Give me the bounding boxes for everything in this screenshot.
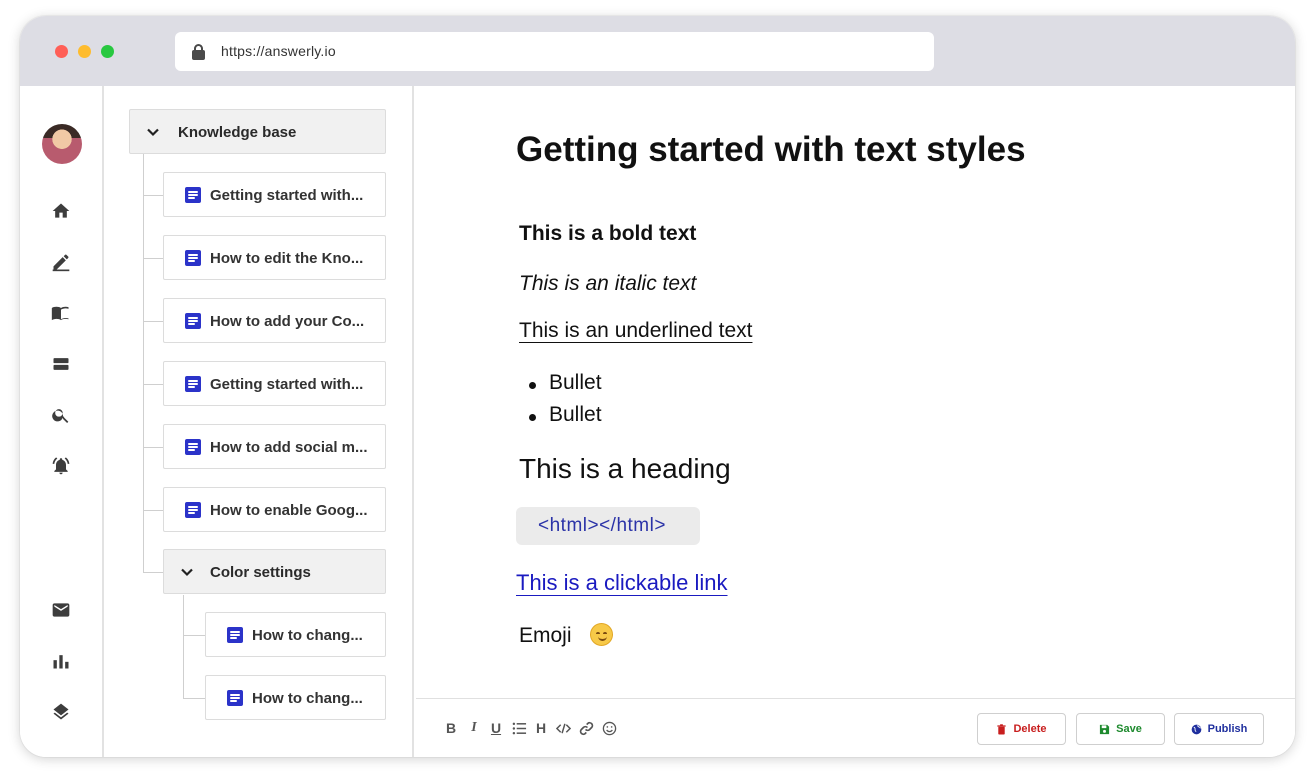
bold-button[interactable]: B [442,718,460,738]
folder-color-settings[interactable]: Color settings [163,549,386,594]
tree-item-doc[interactable]: Getting started with... [163,172,386,217]
tree-connector [143,572,164,573]
emoji-label[interactable]: Emoji [519,624,572,648]
tree-item-doc[interactable]: How to add your Co... [163,298,386,343]
publish-button[interactable]: Publish [1174,713,1264,745]
clickable-link[interactable]: This is a clickable link [516,570,728,596]
storage-icon[interactable] [50,353,72,375]
tree-connector [143,258,164,259]
tree-connector [183,698,206,699]
doc-label: Getting started with... [210,187,364,204]
link-button[interactable] [577,718,595,738]
tree-connector [143,321,164,322]
document-icon [227,627,243,643]
folder-knowledge-base[interactable]: Knowledge base [129,109,386,154]
code-text: <html></html> [538,515,666,536]
italic-text[interactable]: This is an italic text [519,272,696,296]
document-icon [185,439,201,455]
tree-item-doc[interactable]: How to chang... [205,612,386,657]
smiling-face-emoji-icon [590,623,613,646]
tree-item-doc[interactable]: How to add social m... [163,424,386,469]
tree-item-doc[interactable]: Getting started with... [163,361,386,406]
list-item[interactable]: Bullet [529,371,602,403]
folder-label: Color settings [210,564,311,581]
browser-window: https://answerly.io Knowledge base Getti… [20,16,1295,757]
editor-toolbar: B I U H Delete Save Publish [416,698,1295,757]
bar-chart-icon[interactable] [50,650,72,672]
folder-label: Knowledge base [178,124,297,141]
link-icon [579,721,593,735]
tree-connector [143,447,164,448]
document-icon [185,376,201,392]
globe-icon [1191,724,1201,734]
lock-icon [192,44,205,60]
notification-alarm-icon[interactable] [50,455,72,477]
doc-label: How to chang... [252,690,363,707]
doc-label: How to edit the Kno... [210,250,364,267]
bold-text[interactable]: This is a bold text [519,222,696,246]
trash-icon [997,723,1007,735]
edit-icon[interactable] [50,251,72,273]
search-icon[interactable] [50,404,72,426]
delete-label: Delete [1013,723,1047,735]
tree-connector [183,635,206,636]
list-item[interactable]: Bullet [529,403,602,435]
address-bar[interactable]: https://answerly.io [175,32,934,71]
tree-item-doc[interactable]: How to chang... [205,675,386,720]
home-icon[interactable] [50,200,72,222]
smile-icon [602,721,616,735]
save-button[interactable]: Save [1076,713,1165,745]
maximize-window-button[interactable] [101,45,114,58]
doc-label: Getting started with... [210,376,364,393]
doc-label: How to enable Goog... [210,502,368,519]
avatar[interactable] [42,124,82,164]
content-heading[interactable]: This is a heading [519,453,731,485]
url-text: https://answerly.io [221,43,336,59]
chevron-down-icon[interactable] [146,125,160,139]
emoji-button[interactable] [600,718,618,738]
tree-connector [183,595,184,698]
icon-sidebar [20,86,104,757]
bullet-list[interactable]: Bullet Bullet [529,371,602,435]
chevron-down-icon[interactable] [180,565,194,579]
document-icon [185,502,201,518]
tree-connector [143,384,164,385]
tree-item-doc[interactable]: How to edit the Kno... [163,235,386,280]
underline-button[interactable]: U [487,718,505,738]
document-icon [185,187,201,203]
delete-button[interactable]: Delete [977,713,1066,745]
document-icon [227,690,243,706]
code-button[interactable] [554,718,572,738]
bullet-list-button[interactable] [510,718,528,738]
italic-button[interactable]: I [465,718,483,738]
mail-icon[interactable] [50,599,72,621]
minimize-window-button[interactable] [78,45,91,58]
editor-pane[interactable]: Getting started with text styles This is… [416,86,1295,757]
tree-item-doc[interactable]: How to enable Goog... [163,487,386,532]
heading-button[interactable]: H [532,718,550,738]
save-label: Save [1116,723,1142,735]
close-window-button[interactable] [55,45,68,58]
tree-connector [143,195,164,196]
tree-connector [143,510,164,511]
save-icon [1100,724,1110,734]
browser-titlebar: https://answerly.io [20,16,1295,86]
document-icon [185,313,201,329]
underlined-text[interactable]: This is an underlined text [519,319,752,343]
doc-label: How to add social m... [210,439,368,456]
layers-icon[interactable] [50,701,72,723]
doc-label: How to chang... [252,627,363,644]
list-icon [512,722,526,734]
knowledge-base-tree: Knowledge base Getting started with... H… [106,86,414,757]
code-block[interactable]: <html></html> [516,507,700,545]
page-title[interactable]: Getting started with text styles [516,130,1026,170]
code-icon [555,723,571,733]
doc-label: How to add your Co... [210,313,365,330]
book-icon[interactable] [50,302,72,324]
publish-label: Publish [1207,723,1248,735]
document-icon [185,250,201,266]
